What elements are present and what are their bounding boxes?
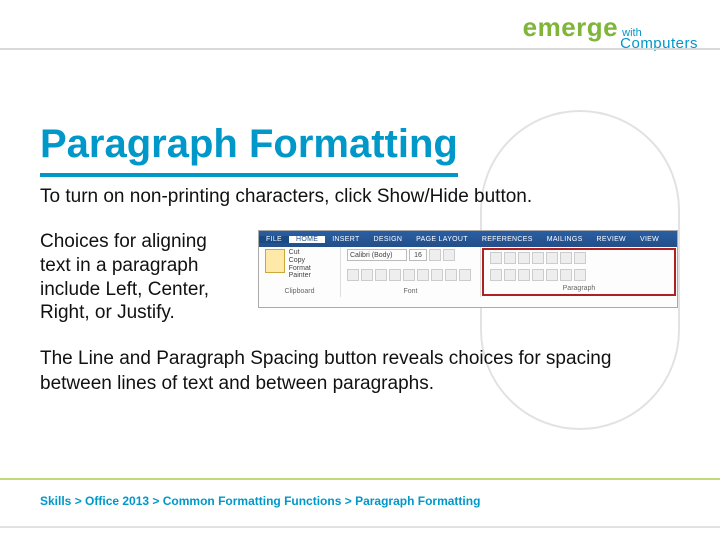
font-name-box: Calibri (Body)	[347, 249, 407, 261]
font-group-label: Font	[347, 288, 474, 295]
group-paragraph-highlighted: Paragraph	[482, 248, 676, 296]
paste-icon	[265, 249, 285, 273]
bottom-divider	[0, 478, 720, 480]
brand-logo: emerge with Computers	[523, 12, 698, 52]
grow-font-icon	[429, 249, 441, 261]
ribbon-tabs: FILE HOME INSERT DESIGN PAGE LAYOUT REFE…	[259, 231, 677, 247]
increase-indent-icon	[546, 252, 558, 264]
justify-icon	[532, 269, 544, 281]
slide-title: Paragraph Formatting	[40, 122, 458, 177]
tab-insert: INSERT	[325, 236, 366, 243]
superscript-icon	[417, 269, 429, 281]
tab-pagelayout: PAGE LAYOUT	[409, 236, 475, 243]
clipboard-group-label: Clipboard	[265, 288, 334, 295]
sort-icon	[560, 252, 572, 264]
tab-review: REVIEW	[590, 236, 633, 243]
tab-design: DESIGN	[367, 236, 410, 243]
logo-text: emerge	[523, 12, 619, 43]
breadcrumb: Skills > Office 2013 > Common Formatting…	[40, 494, 480, 508]
font-size-box: 16	[409, 249, 427, 261]
formatpainter-label: Format Painter	[289, 265, 334, 279]
tab-mailings: MAILINGS	[540, 236, 590, 243]
bold-icon	[347, 269, 359, 281]
show-hide-icon	[574, 252, 586, 264]
header-divider	[0, 48, 720, 50]
italic-icon	[361, 269, 373, 281]
group-font: Calibri (Body) 16	[341, 247, 481, 297]
group-clipboard: Cut Copy Format Painter Clipboard	[259, 247, 341, 297]
cut-label: Cut	[289, 249, 334, 256]
shading-icon	[560, 269, 572, 281]
font-color-icon	[459, 269, 471, 281]
text-effects-icon	[431, 269, 443, 281]
bullets-icon	[490, 252, 502, 264]
tab-references: REFERENCES	[475, 236, 540, 243]
body-block: To turn on non-printing characters, clic…	[40, 186, 680, 396]
align-center-icon	[504, 269, 516, 281]
paragraph-group-label: Paragraph	[490, 285, 668, 292]
highlight-icon	[445, 269, 457, 281]
tab-home: HOME	[289, 236, 325, 243]
decrease-indent-icon	[532, 252, 544, 264]
strike-icon	[389, 269, 401, 281]
footer-divider	[0, 526, 720, 528]
multilevel-icon	[518, 252, 530, 264]
word-ribbon-screenshot: FILE HOME INSERT DESIGN PAGE LAYOUT REFE…	[258, 230, 678, 308]
align-left-icon	[490, 269, 502, 281]
tab-file: FILE	[259, 236, 289, 243]
paragraph-2: Choices for aligning text in a paragraph…	[40, 230, 240, 325]
copy-label: Copy	[289, 257, 334, 264]
underline-icon	[375, 269, 387, 281]
borders-icon	[574, 269, 586, 281]
subscript-icon	[403, 269, 415, 281]
tab-view: VIEW	[633, 236, 666, 243]
paragraph-3: The Line and Paragraph Spacing button re…	[40, 347, 680, 396]
align-right-icon	[518, 269, 530, 281]
paragraph-1: To turn on non-printing characters, clic…	[40, 186, 680, 208]
shrink-font-icon	[443, 249, 455, 261]
numbering-icon	[504, 252, 516, 264]
line-spacing-icon	[546, 269, 558, 281]
